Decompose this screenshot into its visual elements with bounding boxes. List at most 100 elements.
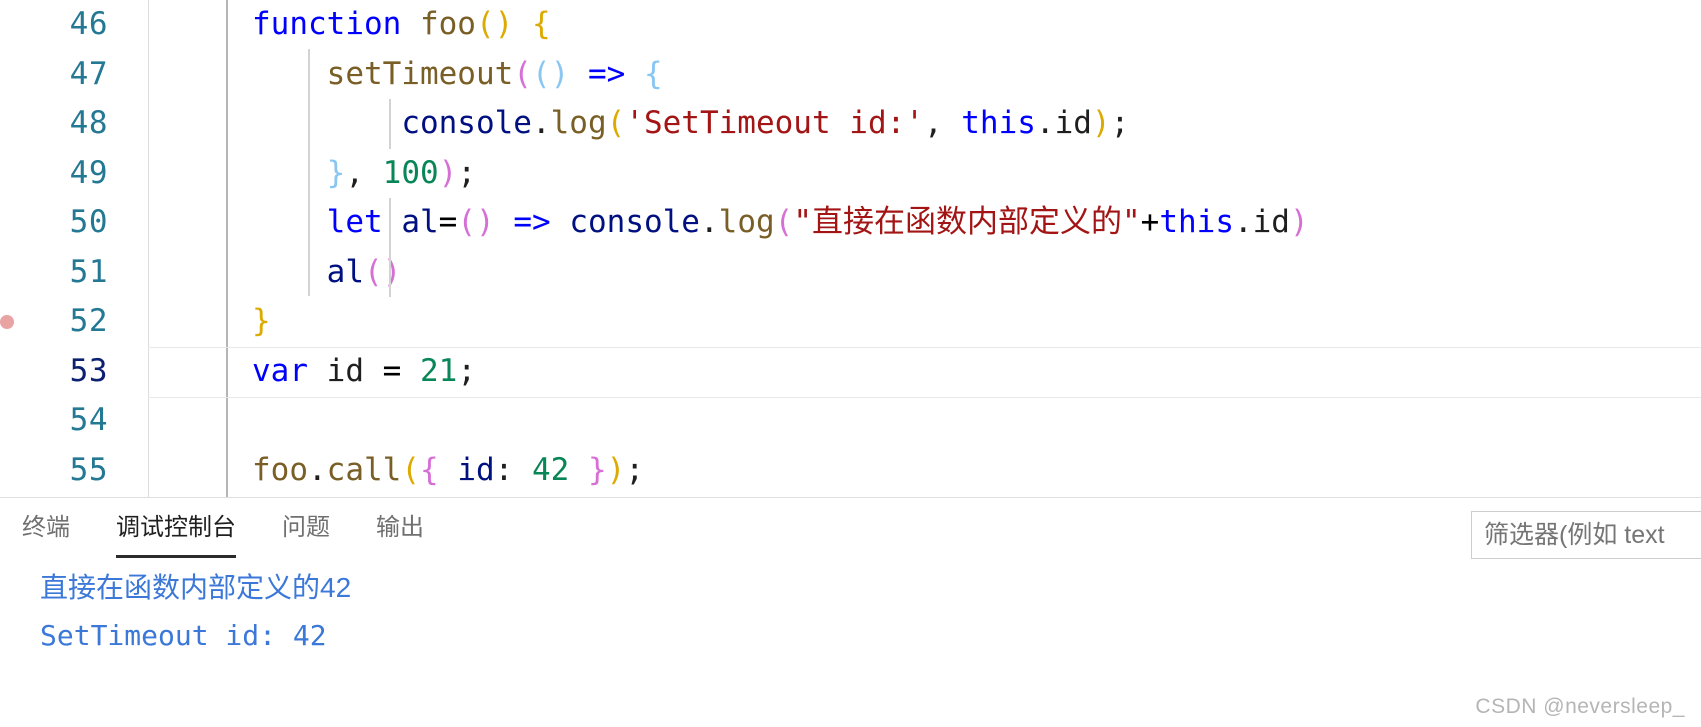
code-line-text: }, 100); [252,149,476,199]
indent-guide [389,99,391,149]
code-lines-container: 46 function foo() {47 setTimeout(() => {4… [0,0,1701,495]
debug-console-output[interactable]: 直接在函数内部定义的42 SetTimeout id: 42 [0,560,1701,660]
code-token: 42 [532,451,570,488]
code-token: 'SetTimeout id:' [625,105,924,141]
code-token: ( [774,204,794,240]
code-token: ; [457,352,477,389]
code-token: 100 [382,154,439,191]
code-token: al [326,253,364,290]
code-line-55[interactable]: 55 foo.call({ id: 42 }); [0,446,1701,496]
csdn-watermark: CSDN @neversleep_ [1475,695,1685,718]
code-line-text: al() [252,248,402,298]
code-token: log [718,204,775,240]
code-token: } [326,154,346,191]
code-token: () [531,55,570,92]
code-line-54[interactable]: 54 [0,396,1701,446]
code-token: ) [1091,105,1111,141]
code-token: ( [606,105,626,141]
code-token: ( [401,451,420,488]
code-token: ; [457,154,476,191]
line-number: 50 [69,204,108,240]
code-token: foo [252,451,308,488]
code-line-text: foo.call({ id: 42 }); [252,446,644,496]
code-token: var [252,352,308,389]
code-token: setTimeout [326,55,514,92]
panel-tab-3[interactable]: 输出 [376,507,424,552]
code-token: ; [1110,105,1130,141]
code-token: .id [1035,105,1092,141]
code-token: () [475,6,514,42]
code-token: id [326,352,364,389]
code-line-text: console.log('SetTimeout id:', this.id); [252,99,1129,149]
code-token: this [1159,204,1234,240]
code-line-52[interactable]: 52} [0,297,1701,347]
code-token: = [438,204,458,240]
console-rows: 直接在函数内部定义的42 SetTimeout id: 42 [40,564,1701,660]
code-token: id [457,451,495,488]
line-number: 49 [69,154,108,191]
indent-guide [389,198,391,297]
code-line-text: let al=() => console.log("直接在函数内部定义的"+th… [252,198,1309,248]
panel-tab-2[interactable]: 问题 [282,507,330,552]
code-token: foo [419,6,476,42]
code-token: => [513,204,551,240]
bottom-panel: 终端 调试控制台 问题 输出 直接在函数内部定义的42 SetTimeout id: 4… [0,497,1701,727]
vscode-window: 46 function foo() {47 setTimeout(() => {4… [0,0,1701,727]
code-editor[interactable]: 46 function foo() {47 setTimeout(() => {4… [0,0,1701,497]
panel-tab-bar: 终端 调试控制台 问题 输出 [0,498,1701,560]
code-token: ) [1289,204,1309,240]
line-number: 48 [69,105,108,141]
line-number: 51 [69,253,108,290]
line-number: 54 [69,402,108,438]
code-line-47[interactable]: 47 setTimeout(() => { [0,50,1701,100]
panel-tab-0[interactable]: 终端 [22,507,70,552]
console-output-line: 直接在函数内部定义的42 [40,572,352,603]
code-token: 21 [420,352,458,389]
line-number: 55 [69,451,108,488]
code-token: . [308,451,327,488]
code-token: = [382,352,402,389]
line-number: 53 [69,352,108,389]
panel-tabs: 终端 调试控制台 问题 输出 [22,507,470,558]
code-token: () [363,253,402,290]
line-number: 52 [69,303,108,339]
code-token: + [1140,204,1160,240]
code-token: } [252,303,271,339]
code-line-53[interactable]: 53 var id = 21; [0,346,1701,398]
code-token: : [494,451,532,488]
code-token: console [401,105,532,141]
code-line-48[interactable]: 48 console.log('SetTimeout id:', this.id… [0,99,1701,149]
line-number: 46 [69,6,108,42]
code-token: log [550,105,607,141]
code-token: ) [606,451,626,488]
console-filter-input[interactable] [1482,519,1701,551]
panel-tab-1[interactable]: 调试控制台 [116,507,236,558]
code-token: "直接在函数内部定义的" [793,204,1141,240]
code-line-50[interactable]: 50 let al=() => console.log("直接在函数内部定义的"… [0,198,1701,248]
code-token: } [588,451,607,488]
code-line-46[interactable]: 46 function foo() { [0,0,1701,50]
console-output-line: SetTimeout id: 42 [40,619,327,652]
code-token: al [401,204,439,240]
code-line-51[interactable]: 51 al() [0,248,1701,298]
code-line-text: setTimeout(() => { [252,50,663,100]
line-number: 47 [69,55,108,92]
console-filter-box[interactable] [1471,511,1701,559]
code-token: , [345,154,383,191]
code-token: { [643,55,663,92]
code-token: { [420,451,439,488]
code-token: ; [625,451,645,488]
code-line-text: } [252,297,271,347]
code-line-49[interactable]: 49 }, 100); [0,149,1701,199]
